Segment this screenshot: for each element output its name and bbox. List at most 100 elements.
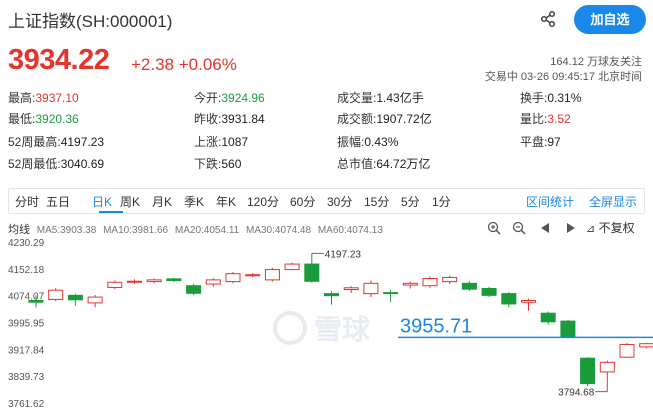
candle-body: [205, 279, 221, 285]
tab-7[interactable]: 120分: [247, 193, 279, 210]
stat-value: 0.31%: [547, 91, 582, 105]
stat-label: 平盘:: [520, 135, 548, 149]
share-icon[interactable]: [539, 10, 557, 28]
candle-body: [501, 293, 517, 305]
stat-value: 1.43亿手: [376, 91, 424, 105]
stat-item: 成交量:1.43亿手: [337, 91, 424, 106]
stat-item: 平盘:97: [520, 135, 561, 150]
candle-body: [245, 274, 261, 277]
candle-body: [383, 292, 399, 295]
stat-label: 总市值:: [337, 157, 377, 171]
candle-body: [87, 296, 103, 304]
fullscreen-link[interactable]: 全屏显示: [589, 193, 637, 210]
annotation-label: 3794.68: [558, 388, 595, 399]
stat-value: 3920.36: [35, 112, 79, 126]
stat-item: 今开:3924.96: [194, 91, 265, 106]
candle-body: [146, 279, 162, 283]
stat-value: 1087: [221, 135, 249, 149]
candle-body: [540, 312, 556, 323]
tab-3[interactable]: 周K: [120, 193, 140, 210]
tab-1[interactable]: 五日: [46, 193, 70, 210]
stat-item: 量比:3.52: [520, 112, 571, 127]
stat-value: 3924.96: [221, 91, 265, 105]
candle-body: [481, 287, 497, 296]
candle-body: [304, 263, 320, 282]
candle-body: [107, 281, 123, 288]
active-tab-indicator: [99, 211, 123, 213]
candle-body: [324, 293, 339, 297]
stat-value: 64.72万亿: [376, 157, 431, 171]
candle-body: [619, 343, 635, 358]
candle-body: [28, 299, 44, 303]
stat-item: 上涨:1087: [194, 135, 248, 150]
tab-9[interactable]: 30分: [327, 193, 352, 210]
annotation-label: 4197.23: [325, 249, 362, 260]
candle-body: [639, 343, 653, 348]
candle-body: [461, 282, 477, 290]
stat-item: 振幅:0.43%: [337, 135, 398, 150]
add-to-watchlist-button[interactable]: 加自选: [574, 5, 646, 34]
stat-label: 振幅:: [337, 135, 365, 149]
stat-label: 量比:: [520, 112, 548, 126]
stat-value: 0.43%: [364, 135, 399, 149]
tab-5[interactable]: 季K: [184, 193, 204, 210]
stat-item: 总市值:64.72万亿: [337, 157, 430, 172]
current-price: 3934.22: [8, 44, 110, 76]
candle-body: [521, 299, 536, 303]
candlestick-chart[interactable]: 雪球4230.294152.184074.073995.953917.84383…: [0, 232, 653, 410]
stat-item: 下跌:560: [194, 157, 241, 172]
stat-item: 52周最高:4197.23: [8, 135, 104, 150]
stat-label: 52周最高:: [8, 135, 61, 149]
candle-body: [560, 320, 576, 338]
candle-body: [422, 278, 438, 287]
stat-value: 3040.69: [60, 157, 105, 171]
followers-count: 164.12 万球友关注: [550, 56, 642, 68]
candle-body: [225, 273, 241, 283]
stat-value: 560: [221, 157, 242, 171]
stat-item: 换手:0.31%: [520, 91, 581, 106]
stat-item: 成交额:1907.72亿: [337, 112, 432, 127]
candle-body: [186, 285, 202, 294]
candle-body: [442, 276, 458, 283]
stat-item: 52周最低:3040.69: [8, 157, 104, 172]
stat-item: 昨收:3931.84: [194, 112, 265, 127]
period-tab-bar: 分时 五日 日K 周K 月K 季K 年K 120分 60分 30分 15分 5分 1分 区间统计 全屏显示: [8, 188, 645, 214]
candle-body: [363, 282, 379, 295]
tab-6[interactable]: 年K: [216, 193, 236, 210]
candle-body: [580, 357, 596, 385]
stat-value: 4197.23: [60, 135, 105, 149]
stat-value: 97: [547, 135, 561, 149]
tab-11[interactable]: 5分: [401, 193, 420, 210]
stat-label: 今开:: [194, 91, 222, 105]
watermark-logo: 雪球: [273, 311, 371, 345]
tab-10[interactable]: 15分: [364, 193, 389, 210]
stat-label: 成交额:: [337, 112, 377, 126]
stat-value: 3937.10: [35, 91, 79, 105]
y-axis-tick-label: 3995.95: [8, 319, 45, 330]
tab-0[interactable]: 分时: [15, 193, 39, 210]
stat-label: 下跌:: [194, 157, 222, 171]
crosshair-price-label: 3955.71: [400, 315, 472, 337]
candle-body: [284, 263, 300, 271]
svg-text:雪球: 雪球: [314, 314, 371, 345]
tab-2[interactable]: 日K: [92, 193, 112, 210]
stat-label: 上涨:: [194, 135, 222, 149]
price-change: +2.38 +0.06%: [131, 55, 237, 74]
tab-8[interactable]: 60分: [290, 193, 315, 210]
y-axis-tick-label: 3761.62: [8, 399, 45, 410]
candle-body: [402, 282, 418, 286]
range-stats-link[interactable]: 区间统计: [526, 193, 574, 210]
stat-value: 1907.72亿: [376, 112, 432, 126]
stat-item: 最高:3937.10: [8, 91, 79, 106]
tab-4[interactable]: 月K: [152, 193, 172, 210]
candle-body: [67, 294, 83, 301]
candle-body: [127, 280, 142, 283]
trading-status: 交易中 03-26 09:45:17 北京时间: [484, 71, 642, 83]
y-axis-tick-label: 3839.73: [8, 372, 45, 383]
stat-label: 昨收:: [194, 112, 222, 126]
stat-label: 最高:: [8, 91, 36, 105]
y-axis-tick-label: 4152.18: [8, 265, 45, 276]
tab-12[interactable]: 1分: [432, 193, 451, 210]
stat-label: 换手:: [520, 91, 548, 105]
stat-label: 成交量:: [337, 91, 377, 105]
